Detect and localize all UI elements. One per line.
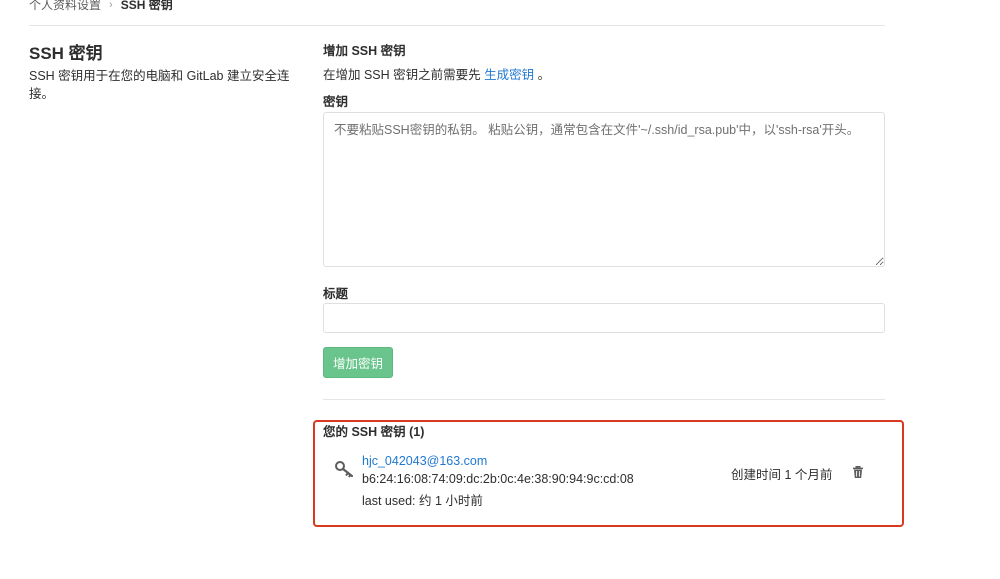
hint-text: 在增加 SSH 密钥之前需要先 — [323, 68, 481, 82]
trash-icon[interactable] — [851, 465, 865, 479]
key-icon — [335, 461, 354, 478]
section-title: SSH 密钥 — [29, 44, 103, 63]
title-input[interactable] — [323, 303, 885, 333]
key-last-used: last used: 约 1 小时前 — [362, 494, 483, 508]
add-key-heading: 增加 SSH 密钥 — [323, 44, 406, 58]
breadcrumb-parent[interactable]: 个人资料设置 — [29, 0, 101, 13]
title-label: 标题 — [323, 287, 349, 301]
key-textarea[interactable] — [323, 112, 885, 267]
add-key-button[interactable]: 增加密钥 — [323, 347, 393, 378]
generate-key-link[interactable]: 生成密钥 — [484, 68, 534, 82]
key-created-time: 创建时间 1 个月前 — [731, 468, 833, 482]
key-label: 密钥 — [323, 95, 349, 109]
section-divider — [323, 399, 885, 400]
breadcrumb-separator-icon: › — [109, 0, 113, 11]
key-title-link[interactable]: hjc_042043@163.com — [362, 454, 487, 468]
breadcrumb-current: SSH 密钥 — [120, 0, 173, 12]
hint-suffix: 。 — [537, 68, 551, 82]
generate-key-hint: 在增加 SSH 密钥之前需要先 生成密钥 。 — [323, 64, 550, 83]
your-keys-heading: 您的 SSH 密钥 (1) — [323, 425, 425, 439]
breadcrumb: 个人资料设置 › SSH 密钥 — [29, 0, 173, 13]
key-fingerprint: b6:24:16:08:74:09:dc:2b:0c:4e:38:90:94:9… — [362, 472, 634, 486]
section-description: SSH 密钥用于在您的电脑和 GitLab 建立安全连接。 — [29, 69, 290, 101]
header-divider — [29, 25, 885, 26]
